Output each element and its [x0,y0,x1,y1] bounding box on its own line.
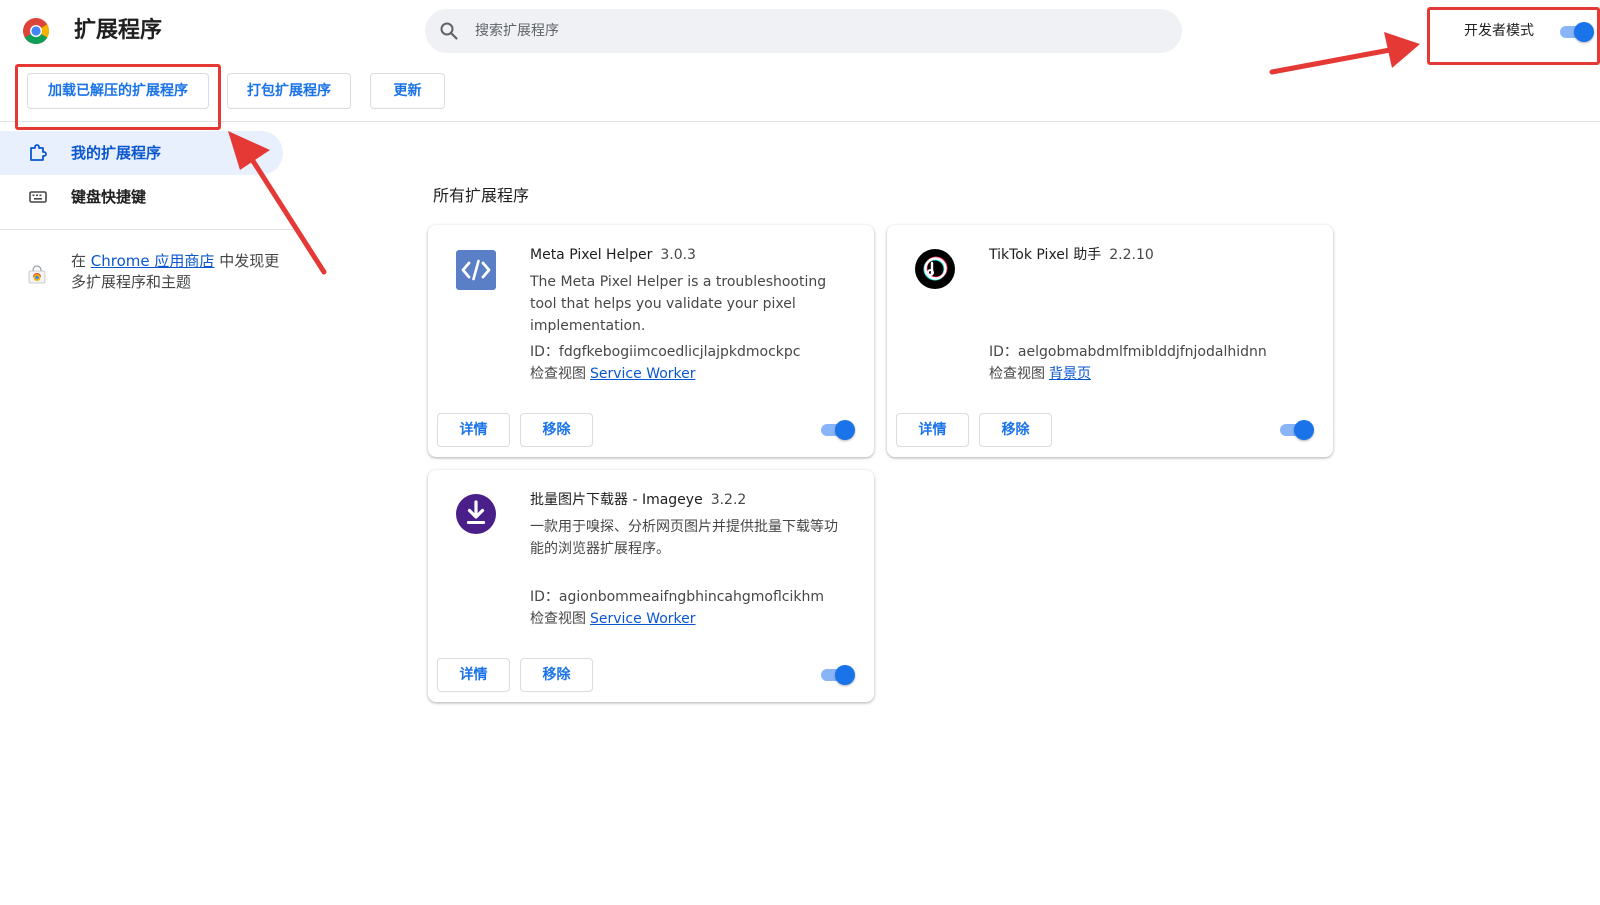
details-button[interactable]: 详情 [896,413,969,447]
pack-extension-button[interactable]: 打包扩展程序 [227,73,351,109]
inspect-view-link[interactable]: Service Worker [590,611,696,627]
extension-title: 批量图片下载器 - Imageye 3.2.2 [530,490,746,510]
code-brackets-icon [456,250,496,290]
extension-id: ID：agionbommeaifngbhincahgmoflcikhm [530,589,824,605]
extension-card-tiktok-pixel: TikTok Pixel 助手 2.2.10 ID：aelgobmabdmlfmi… [887,225,1333,457]
details-button[interactable]: 详情 [437,413,510,447]
inspect-view-link[interactable]: 背景页 [1049,366,1091,382]
extension-title: Meta Pixel Helper 3.0.3 [530,245,696,265]
annotation-highlight-developer-mode [1427,7,1600,65]
extension-name: 批量图片下载器 - Imageye [530,492,703,508]
download-icon [456,494,496,534]
extension-description: The Meta Pixel Helper is a troubleshooti… [530,274,827,334]
remove-button[interactable]: 移除 [520,413,593,447]
puzzle-piece-icon [30,144,47,161]
sidebar-item-label: 键盘快捷键 [71,188,147,206]
remove-button[interactable]: 移除 [520,658,593,692]
extension-version: 3.2.2 [710,492,747,508]
inspect-view-link[interactable]: Service Worker [590,366,696,382]
extension-card-imageye: 批量图片下载器 - Imageye 3.2.2 一款用于嗅探、分析网页图片并提供批… [428,470,874,702]
inspect-views: 检查视图 Service Worker [530,609,696,629]
search-icon [440,22,458,40]
inspect-views-label: 检查视图 [530,611,586,627]
web-store-prefix: 在 [71,252,87,270]
extension-enable-toggle[interactable] [1278,419,1314,440]
page-title: 扩展程序 [74,18,163,43]
tiktok-icon [915,249,955,289]
sidebar-item-my-extensions[interactable]: 我的扩展程序 [0,131,283,175]
remove-button[interactable]: 移除 [979,413,1052,447]
sidebar-item-keyboard-shortcuts[interactable]: 键盘快捷键 [0,175,283,219]
extension-id: ID：aelgobmabdmlfmiblddjfnjodalhidnn [989,344,1267,360]
extension-version: 3.0.3 [660,247,696,263]
extension-enable-toggle[interactable] [819,664,855,685]
annotation-arrow-to-developer-mode [1269,32,1420,75]
search-input[interactable]: 搜索扩展程序 [475,22,559,40]
sidebar-divider [0,229,300,230]
chrome-logo-icon [23,18,50,45]
details-button[interactable]: 详情 [437,658,510,692]
sidebar-item-label: 我的扩展程序 [71,144,162,162]
extension-card-meta-pixel-helper: Meta Pixel Helper 3.0.3 The Meta Pixel He… [428,225,874,457]
update-button[interactable]: 更新 [370,73,445,109]
extension-title: TikTok Pixel 助手 2.2.10 [989,245,1154,265]
search-bar[interactable]: 搜索扩展程序 [425,9,1182,53]
extension-id: ID：fdgfkebogiimcoedlicjlajpkdmockpc [530,344,801,360]
inspect-views-label: 检查视图 [530,366,586,382]
extension-name: TikTok Pixel 助手 [989,247,1102,263]
section-title: 所有扩展程序 [433,186,530,205]
keyboard-icon [29,191,47,203]
extension-enable-toggle[interactable] [819,419,855,440]
extension-description: 一款用于嗅探、分析网页图片并提供批量下载等功能的浏览器扩展程序。 [530,519,838,557]
inspect-views: 检查视图 背景页 [989,364,1091,384]
annotation-highlight-load-unpacked [15,64,221,130]
web-store-promo: 在 Chrome 应用商店 中发现更多扩展程序和主题 [71,251,291,293]
inspect-views: 检查视图 Service Worker [530,364,696,384]
inspect-views-label: 检查视图 [989,366,1045,382]
header-divider [0,121,1600,122]
extension-version: 2.2.10 [1109,247,1154,263]
web-store-link[interactable]: Chrome 应用商店 [91,252,215,270]
chrome-web-store-icon [28,265,46,284]
extension-name: Meta Pixel Helper [530,247,653,263]
